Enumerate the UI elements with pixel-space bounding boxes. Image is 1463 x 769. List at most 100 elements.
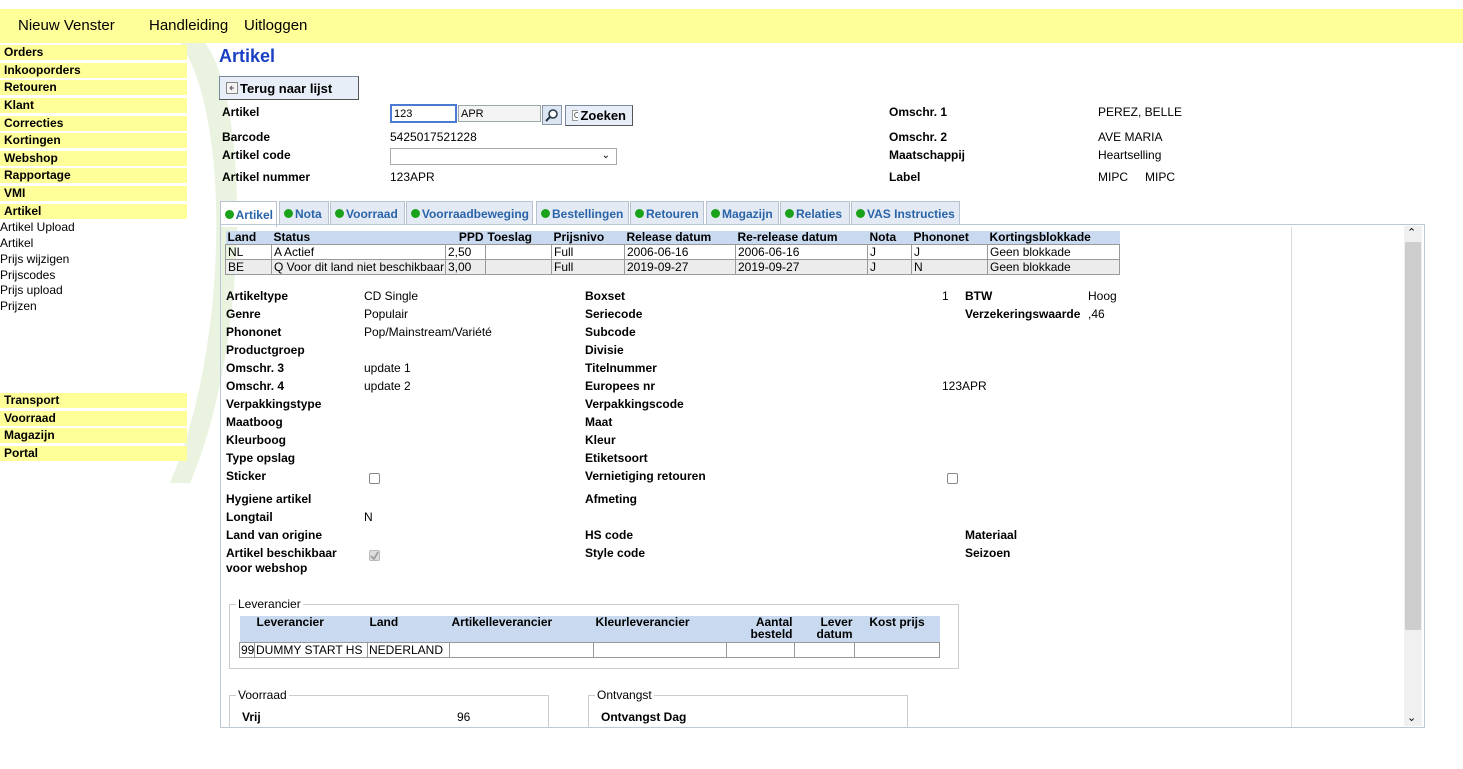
column-header: Kost prijs [854, 616, 940, 642]
leverancier-table: Leverancier Land Artikelleverancier Kleurle… [239, 616, 940, 658]
scroll-up-icon[interactable]: ⌃ [1407, 226, 1416, 239]
status-dot-icon [785, 209, 794, 218]
back-button-label: Terug naar lijst [240, 80, 333, 96]
search-button[interactable]: Zoeken [565, 105, 633, 126]
table-cell [485, 244, 552, 260]
genre-label: Genre [226, 307, 261, 321]
sidebar-subitem-artikel[interactable]: Artikel [0, 236, 33, 251]
sidebar-item-magazijn[interactable]: Magazijn [0, 428, 187, 443]
sidebar-item-vmi[interactable]: VMI [0, 186, 187, 201]
table-cell: 2006-06-16 [735, 244, 868, 260]
column-header: Land [225, 231, 272, 245]
webshop-label-1: Artikel beschikbaar [226, 546, 337, 560]
table-row[interactable]: 99 DUMMY START HS NEDERLAND [239, 641, 940, 658]
tab-label: Voorraadbeweging [421, 206, 529, 221]
vrij-label: Vrij [242, 710, 261, 724]
longtail-value: N [364, 510, 373, 524]
sidebar-subitem-prijs-upload[interactable]: Prijs upload [0, 283, 63, 298]
tab-vas-instructies[interactable]: VAS Instructies [851, 201, 960, 225]
tab-retouren[interactable]: Retouren [630, 201, 704, 225]
artikel-input[interactable] [390, 104, 457, 123]
sidebar-item-correcties[interactable]: Correcties [0, 116, 187, 131]
land-origine-label: Land van origine [226, 528, 323, 542]
tab-nota[interactable]: Nota [279, 201, 329, 225]
status-dot-icon [411, 209, 420, 218]
tab-magazijn[interactable]: Magazijn [706, 201, 779, 225]
btw-value: Hoog [1088, 289, 1117, 303]
search-button-label: Zoeken [580, 108, 626, 123]
tab-relaties[interactable]: Relaties [780, 201, 850, 225]
column-header: Release datum [624, 231, 736, 245]
back-to-list-button[interactable]: Terug naar lijst [219, 76, 359, 100]
etiketsoort-label: Etiketsoort [585, 451, 648, 465]
omschr2-label: Omschr. 2 [889, 130, 948, 144]
logout-link[interactable]: Uitloggen [244, 17, 307, 34]
column-header: Kortingsblokkade [987, 231, 1120, 245]
table-cell [726, 641, 795, 658]
maatschappij-label: Maatschappij [889, 148, 966, 162]
type-opslag-label: Type opslag [226, 451, 296, 465]
sidebar-item-kortingen[interactable]: Kortingen [0, 133, 187, 148]
column-header [239, 616, 255, 642]
sidebar-subitem-artikel-upload[interactable]: Artikel Upload [0, 220, 75, 235]
page-title: Artikel [219, 46, 276, 66]
status-dot-icon [541, 209, 550, 218]
artikel-code-select[interactable]: ⌄ [390, 148, 617, 165]
afmeting-label: Afmeting [585, 492, 637, 506]
tab-voorraad[interactable]: Voorraad [330, 201, 405, 225]
column-header: PPD [445, 231, 486, 245]
omschr3-value: update 1 [364, 361, 411, 375]
seizoen-label: Seizoen [965, 546, 1011, 560]
scrollbar-thumb[interactable] [1405, 242, 1421, 630]
table-row[interactable]: NL A Actief 2,50 Full 2006-06-16 2006-06-16 J J… [225, 244, 1120, 260]
webshop-checkbox[interactable] [369, 550, 380, 561]
verzekering-value: ,46 [1088, 307, 1105, 321]
omschr2-value: AVE MARIA [1098, 130, 1163, 144]
table-cell [593, 641, 727, 658]
phononet-value: Pop/Mainstream/Variété [364, 325, 492, 339]
sidebar-item-portal[interactable]: Portal [0, 446, 187, 461]
search-icon[interactable] [542, 105, 562, 125]
sidebar-item-inkooporders[interactable]: Inkooporders [0, 63, 187, 78]
verpakkingscode-label: Verpakkingscode [585, 397, 684, 411]
column-header: Re-release datum [735, 231, 868, 245]
tab-voorraadbeweging[interactable]: Voorraadbeweging [406, 201, 533, 225]
sidebar-item-artikel[interactable]: Artikel [0, 204, 187, 219]
tab-label: Relaties [796, 206, 843, 221]
table-row[interactable]: BE Q Voor dit land niet beschikbaar 3,00 Fu… [225, 259, 1120, 275]
sidebar-subitem-prijscodes[interactable]: Prijscodes [0, 268, 55, 283]
sidebar-subitem-prijzen[interactable]: Prijzen [0, 299, 37, 314]
back-arrow-icon [226, 82, 238, 94]
new-window-link[interactable]: Nieuw Venster [18, 17, 115, 34]
sidebar-item-rapportage[interactable]: Rapportage [0, 168, 187, 183]
sidebar-item-webshop[interactable]: Webshop [0, 151, 187, 166]
table-cell: DUMMY START HS [254, 641, 368, 658]
kleur-label: Kleur [585, 433, 616, 447]
sidebar-item-orders[interactable]: Orders [0, 45, 187, 60]
vernietiging-label: Vernietiging retouren [585, 469, 706, 483]
sidebar-item-transport[interactable]: Transport [0, 393, 187, 408]
sidebar-item-retouren[interactable]: Retouren [0, 80, 187, 95]
tab-label: Nota [295, 206, 322, 221]
omschr4-value: update 2 [364, 379, 411, 393]
sticker-checkbox[interactable] [369, 473, 380, 484]
table-cell: 2019-09-27 [735, 259, 868, 275]
webshop-label-2: voor webshop [226, 561, 308, 575]
sidebar-subitem-prijs-wijzigen[interactable]: Prijs wijzigen [0, 252, 69, 267]
voorraad-legend: Voorraad [238, 688, 287, 702]
omschr3-label: Omschr. 3 [226, 361, 285, 375]
vernietiging-checkbox[interactable] [947, 473, 958, 484]
label-value-2: MIPC [1145, 170, 1175, 184]
sidebar-item-voorraad[interactable]: Voorraad [0, 411, 187, 426]
column-header: Status [271, 231, 446, 245]
maatboog-label: Maatboog [226, 415, 283, 429]
tab-bestellingen[interactable]: Bestellingen [536, 201, 629, 225]
kleurboog-label: Kleurboog [226, 433, 286, 447]
check-icon [370, 551, 379, 560]
scroll-down-icon[interactable]: ⌄ [1407, 711, 1416, 724]
table-cell: N [911, 259, 988, 275]
manual-link[interactable]: Handleiding [149, 17, 228, 34]
omschr1-label: Omschr. 1 [889, 105, 948, 119]
sidebar-item-klant[interactable]: Klant [0, 98, 187, 113]
column-header: Land [367, 616, 450, 642]
